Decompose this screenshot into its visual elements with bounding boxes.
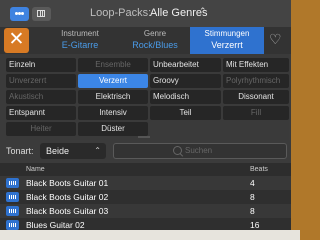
tab-title: Instrument (61, 29, 99, 38)
chip-duester[interactable]: Düster (78, 122, 148, 136)
chip-heiter[interactable]: Heiter (6, 122, 76, 136)
chip-groovy[interactable]: Groovy (150, 74, 221, 88)
chevron-updown-icon[interactable]: ⌃ (199, 6, 207, 17)
category-tabs: ✕ Instrument E-Gitarre Genre Rock/Blues … (0, 27, 291, 54)
chip-polyrhythmisch[interactable]: Polyrhythmisch (223, 74, 289, 88)
search-input[interactable]: Suchen (113, 143, 287, 159)
chip-dissonant[interactable]: Dissonant (223, 90, 289, 104)
loop-name: Black Boots Guitar 02 (26, 192, 109, 202)
tab-value: Rock/Blues (132, 40, 178, 50)
loop-name: Black Boots Guitar 03 (26, 206, 109, 216)
table-row[interactable]: Black Boots Guitar 03 8 (0, 204, 291, 218)
waveform-icon (6, 206, 19, 216)
tab-value: E-Gitarre (61, 40, 99, 50)
tab-title: Genre (143, 29, 167, 38)
waveform-icon (6, 192, 19, 202)
loop-view-button[interactable] (10, 7, 29, 21)
loop-browser: Loop-Packs: Alle Genres ⌃ ✕ Instrument E… (0, 0, 291, 240)
tab-genre[interactable]: Genre Rock/Blues (124, 27, 186, 54)
chip-elektrisch[interactable]: Elektrisch (78, 90, 148, 104)
loop-name: Black Boots Guitar 01 (26, 178, 109, 188)
close-icon[interactable]: ✕ (4, 28, 29, 53)
chip-entspannt[interactable]: Entspannt (6, 106, 76, 120)
table-row[interactable]: Black Boots Guitar 01 4 (0, 176, 291, 190)
chip-fill[interactable]: Fill (223, 106, 289, 120)
resize-handle[interactable] (138, 136, 150, 138)
loop-beats: 8 (250, 206, 255, 216)
search-icon (173, 146, 182, 155)
loop-packs-label: Loop-Packs: (90, 7, 152, 19)
chip-ensemble[interactable]: Ensemble (78, 58, 148, 72)
tab-stimmungen[interactable]: Stimmungen Verzerrt (190, 27, 264, 54)
loop-beats: 4 (250, 178, 255, 188)
chip-unverzerrt[interactable]: Unverzerrt (6, 74, 76, 88)
filter-bar: Tonart: Beide ⌃ Suchen (0, 140, 291, 163)
chevron-updown-icon: ⌃ (94, 146, 101, 155)
chip-einzeln[interactable]: Einzeln (6, 58, 76, 72)
table-row[interactable]: Black Boots Guitar 02 8 (0, 190, 291, 204)
chip-melodisch[interactable]: Melodisch (150, 90, 221, 104)
table-header: Name Beats (0, 163, 291, 176)
bottom-edge (0, 230, 300, 240)
column-header-beats[interactable]: Beats (250, 163, 268, 176)
tab-title: Stimmungen (204, 29, 250, 38)
chip-akustisch[interactable]: Akustisch (6, 90, 76, 104)
tonart-select[interactable]: Beide ⌃ (40, 143, 106, 159)
search-placeholder: Suchen (185, 146, 213, 155)
toolbar: Loop-Packs: Alle Genres ⌃ (0, 0, 291, 27)
tonart-label: Tonart: (6, 146, 34, 156)
chip-teil[interactable]: Teil (150, 106, 221, 120)
loop-beats: 8 (250, 192, 255, 202)
heart-icon[interactable]: ♡ (269, 31, 282, 48)
chip-verzerrt[interactable]: Verzerrt (78, 74, 148, 88)
chip-unbearbeitet[interactable]: Unbearbeitet (150, 58, 221, 72)
tab-instrument[interactable]: Instrument E-Gitarre (36, 27, 124, 54)
loops-icon (15, 11, 24, 16)
chip-intensiv[interactable]: Intensiv (78, 106, 148, 120)
grid-view-button[interactable] (32, 7, 51, 21)
waveform-icon (6, 178, 19, 188)
waveform-icon (6, 220, 19, 230)
grid-view-icon (37, 10, 45, 17)
tonart-value: Beide (46, 146, 70, 156)
column-header-name[interactable]: Name (26, 163, 45, 176)
tab-value: Verzerrt (211, 40, 243, 50)
chip-mit-effekten[interactable]: Mit Effekten (223, 58, 289, 72)
